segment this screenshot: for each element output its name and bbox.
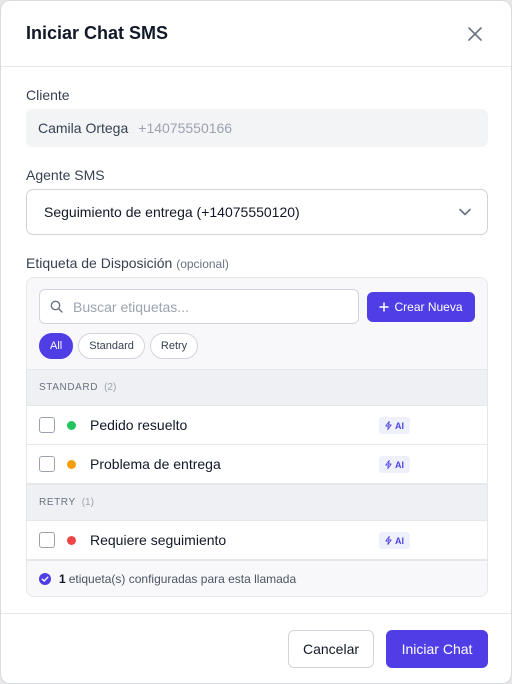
agent-select[interactable]: Seguimiento de entrega (+14075550120) xyxy=(26,189,488,235)
check-circle-icon xyxy=(39,572,51,585)
close-icon xyxy=(468,26,482,41)
start-sms-chat-modal: Iniciar Chat SMS Cliente Camila Ortega +… xyxy=(0,0,512,684)
ai-badge: AI xyxy=(379,456,410,473)
tag-row[interactable]: Pedido resuelto AI xyxy=(27,406,487,445)
client-phone: +14075550166 xyxy=(138,120,233,136)
selection-count: 1 xyxy=(59,571,66,586)
disposition-label: Etiqueta de Disposición (opcional) xyxy=(26,255,229,271)
disposition-label-text: Etiqueta de Disposición xyxy=(26,255,173,271)
modal-title: Iniciar Chat SMS xyxy=(26,23,169,43)
filter-chip-standard[interactable]: Standard xyxy=(78,333,145,359)
client-field: Camila Ortega +14075550166 xyxy=(26,109,488,147)
modal-header: Iniciar Chat SMS xyxy=(1,1,511,67)
tag-checkbox[interactable] xyxy=(39,417,55,433)
selection-text: etiqueta(s) configuradas para esta llama… xyxy=(68,571,297,586)
client-label: Cliente xyxy=(26,87,70,103)
footer-divider xyxy=(1,613,511,614)
tag-search xyxy=(39,289,359,324)
ai-badge: AI xyxy=(379,417,410,434)
section-title: RETRY xyxy=(39,497,76,508)
start-chat-button[interactable]: Iniciar Chat xyxy=(386,630,488,668)
ai-badge-label: AI xyxy=(395,420,404,431)
lightning-icon xyxy=(385,536,392,545)
ai-badge-label: AI xyxy=(395,459,404,470)
selection-summary: 1 etiqueta(s) configuradas para esta lla… xyxy=(27,560,487,596)
disposition-panel: Crear Nueva All Standard Retry STANDARD … xyxy=(26,277,488,597)
agent-label: Agente SMS xyxy=(26,167,105,183)
ai-badge: AI xyxy=(379,532,410,549)
section-header-retry: RETRY (1) xyxy=(27,484,487,521)
client-name: Camila Ortega xyxy=(38,120,129,136)
filter-chip-retry[interactable]: Retry xyxy=(149,333,199,359)
tag-label: Requiere seguimiento xyxy=(90,532,227,548)
tag-label: Problema de entrega xyxy=(90,456,221,472)
filter-chip-all[interactable]: All xyxy=(39,333,74,359)
create-tag-label: Crear Nueva xyxy=(394,300,463,314)
status-dot xyxy=(67,420,76,430)
search-icon xyxy=(50,300,63,313)
ai-badge-label: AI xyxy=(395,535,404,546)
create-tag-button[interactable]: Crear Nueva xyxy=(367,292,475,322)
section-count: (2) xyxy=(104,382,117,393)
cancel-button[interactable]: Cancelar xyxy=(288,630,374,668)
chevron-down-icon xyxy=(459,208,471,216)
status-dot xyxy=(67,459,76,469)
tag-checkbox[interactable] xyxy=(39,532,55,548)
status-dot xyxy=(67,535,76,545)
tag-row[interactable]: Problema de entrega AI xyxy=(27,445,487,484)
tag-search-input[interactable] xyxy=(73,298,333,315)
close-button[interactable] xyxy=(463,22,487,46)
section-count: (1) xyxy=(81,497,94,508)
tag-checkbox[interactable] xyxy=(39,456,55,472)
lightning-icon xyxy=(385,421,392,430)
optional-hint: (opcional) xyxy=(176,257,229,271)
filter-chips: All Standard Retry xyxy=(39,333,199,359)
tag-label: Pedido resuelto xyxy=(90,417,188,433)
lightning-icon xyxy=(385,460,392,469)
agent-selected-value: Seguimiento de entrega (+14075550120) xyxy=(44,204,300,220)
section-header-standard: STANDARD (2) xyxy=(27,369,487,406)
tag-row[interactable]: Requiere seguimiento AI xyxy=(27,521,487,560)
section-title: STANDARD xyxy=(39,382,99,393)
plus-icon xyxy=(379,302,390,312)
